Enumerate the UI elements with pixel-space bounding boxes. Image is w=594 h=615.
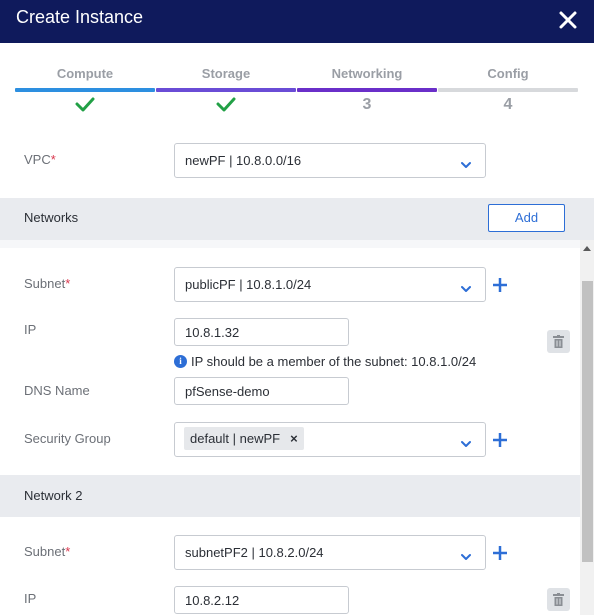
ip-input-value: 10.8.2.12 — [185, 593, 240, 608]
chevron-down-icon — [461, 548, 471, 566]
step-storage[interactable]: Storage — [156, 66, 296, 118]
remove-tag-icon[interactable]: × — [290, 431, 298, 446]
step-label: Storage — [201, 66, 251, 81]
dns-name-value: pfSense-demo — [185, 384, 270, 399]
subnet-select-value: subnetPF2 | 10.8.2.0/24 — [185, 545, 324, 560]
chevron-down-icon — [461, 280, 471, 298]
create-instance-modal: Create Instance Compute Storage Networki… — [0, 0, 594, 615]
step-progress-bar — [438, 88, 578, 92]
close-icon[interactable] — [556, 8, 580, 32]
required-marker: * — [65, 276, 71, 291]
step-progress-bar — [15, 88, 155, 92]
vpc-select-value: newPF | 10.8.0.0/16 — [185, 153, 302, 168]
step-networking[interactable]: Networking 3 — [297, 66, 437, 118]
ip-input[interactable]: 10.8.2.12 — [174, 586, 349, 614]
info-icon: i — [174, 355, 187, 368]
ip-label: IP — [24, 322, 37, 337]
step-label: Networking — [331, 66, 403, 81]
subnet-label: Subnet* — [24, 544, 71, 559]
ip-input[interactable]: 10.8.1.32 — [174, 318, 349, 346]
security-group-tag: default | newPF × — [184, 427, 304, 450]
chevron-down-icon — [461, 156, 471, 174]
scrollbar-thumb[interactable] — [582, 281, 593, 562]
network2-section-title: Network 2 — [24, 488, 83, 503]
security-group-tag-label: default | newPF — [190, 431, 281, 446]
ip-input-value: 10.8.1.32 — [185, 325, 240, 340]
add-subnet-icon[interactable] — [491, 544, 509, 562]
security-group-label: Security Group — [24, 431, 111, 446]
vpc-select[interactable]: newPF | 10.8.0.0/16 — [174, 143, 486, 178]
dns-name-label: DNS Name — [24, 383, 90, 398]
ip-label: IP — [24, 591, 37, 606]
trash-icon — [553, 335, 564, 348]
subnet-select-value: publicPF | 10.8.1.0/24 — [185, 277, 312, 292]
required-marker: * — [65, 544, 71, 559]
subnet-select[interactable]: subnetPF2 | 10.8.2.0/24 — [174, 535, 486, 570]
step-label: Compute — [56, 66, 114, 81]
step-number: 4 — [503, 96, 513, 113]
step-number: 3 — [362, 96, 372, 113]
delete-network-button[interactable] — [547, 588, 570, 611]
step-progress-bar — [156, 88, 296, 92]
step-progress-bar — [297, 88, 437, 92]
step-label: Config — [487, 66, 529, 81]
dns-name-input[interactable]: pfSense-demo — [174, 377, 349, 405]
add-security-group-icon[interactable] — [491, 431, 509, 449]
delete-network-button[interactable] — [547, 330, 570, 353]
ip-hint: i IP should be a member of the subnet: 1… — [174, 354, 476, 369]
modal-header: Create Instance — [0, 0, 594, 43]
chevron-down-icon — [461, 435, 471, 453]
networks-section-title: Networks — [24, 210, 79, 225]
add-subnet-icon[interactable] — [491, 276, 509, 294]
vpc-label: VPC* — [24, 152, 56, 167]
modal-title: Create Instance — [16, 7, 144, 27]
subnet-select[interactable]: publicPF | 10.8.1.0/24 — [174, 267, 486, 302]
step-config[interactable]: Config 4 — [438, 66, 578, 118]
ip-hint-text: IP should be a member of the subnet: 10.… — [191, 354, 477, 369]
subnet-label: Subnet* — [24, 276, 71, 291]
add-network-button[interactable]: Add — [488, 204, 565, 232]
step-check-icon — [156, 96, 296, 118]
trash-icon — [553, 593, 564, 606]
scroll-up-arrow-icon[interactable] — [583, 246, 591, 251]
section-divider — [0, 240, 580, 248]
step-compute[interactable]: Compute — [15, 66, 155, 118]
network2-section-header: Network 2 — [0, 475, 580, 517]
step-check-icon — [15, 96, 155, 118]
required-marker: * — [50, 152, 56, 167]
